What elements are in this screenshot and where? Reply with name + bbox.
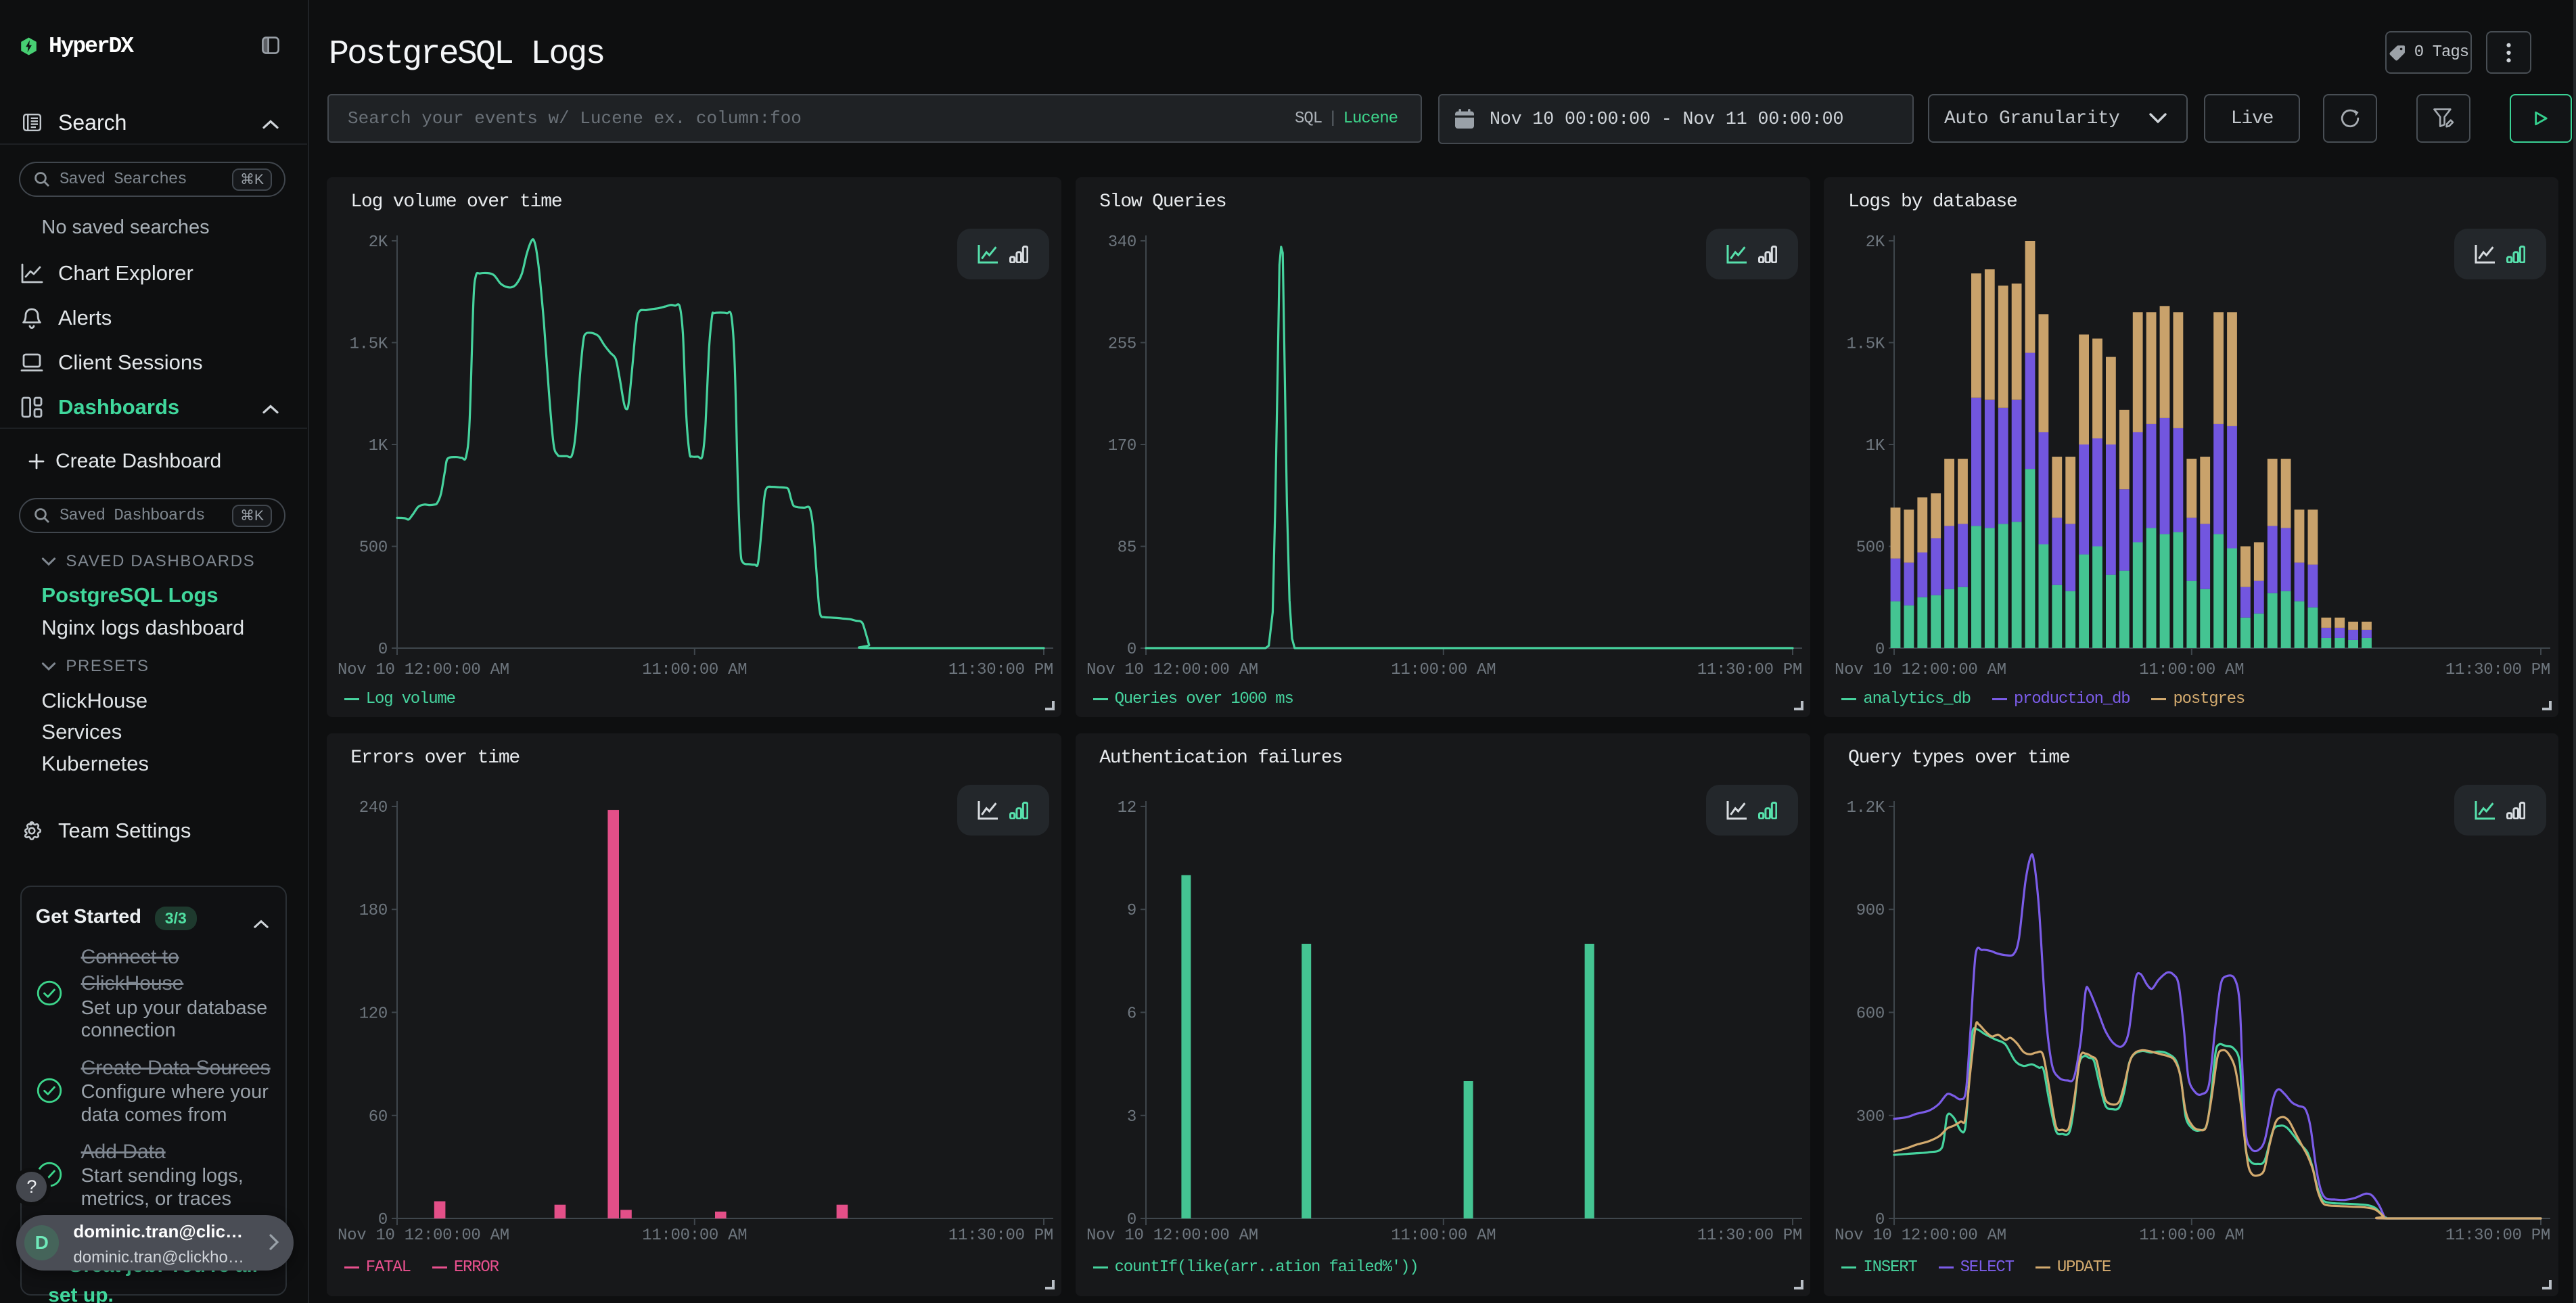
svg-text:Nov 10 12:00:00 AM: Nov 10 12:00:00 AM bbox=[1835, 1227, 2006, 1245]
svg-text:6: 6 bbox=[1126, 1005, 1136, 1023]
svg-text:3: 3 bbox=[1126, 1108, 1136, 1126]
svg-text:11:30:00 PM: 11:30:00 PM bbox=[1697, 1227, 1801, 1245]
svg-text:2K: 2K bbox=[369, 233, 388, 252]
svg-text:1.5K: 1.5K bbox=[1847, 335, 1885, 353]
svg-text:Nov 10 12:00:00 AM: Nov 10 12:00:00 AM bbox=[1086, 1227, 1258, 1245]
svg-text:1.5K: 1.5K bbox=[349, 335, 388, 353]
svg-text:1K: 1K bbox=[1866, 437, 1885, 455]
svg-text:85: 85 bbox=[1117, 539, 1136, 557]
svg-text:255: 255 bbox=[1107, 335, 1136, 353]
svg-text:0: 0 bbox=[1126, 641, 1136, 659]
svg-text:11:00:00 AM: 11:00:00 AM bbox=[2140, 661, 2245, 679]
svg-text:170: 170 bbox=[1107, 437, 1136, 455]
svg-text:180: 180 bbox=[359, 902, 387, 920]
svg-text:300: 300 bbox=[1856, 1108, 1885, 1126]
svg-text:11:00:00 AM: 11:00:00 AM bbox=[1391, 661, 1496, 679]
svg-text:2K: 2K bbox=[1866, 233, 1885, 252]
svg-text:9: 9 bbox=[1126, 902, 1136, 920]
svg-text:11:00:00 AM: 11:00:00 AM bbox=[1391, 1227, 1496, 1245]
svg-text:120: 120 bbox=[359, 1005, 387, 1023]
svg-text:11:00:00 AM: 11:00:00 AM bbox=[2140, 1227, 2245, 1245]
svg-text:500: 500 bbox=[359, 539, 387, 557]
svg-text:11:30:00 PM: 11:30:00 PM bbox=[948, 1227, 1053, 1245]
svg-text:Nov 10 12:00:00 AM: Nov 10 12:00:00 AM bbox=[338, 661, 509, 679]
svg-text:1.2K: 1.2K bbox=[1847, 799, 1885, 817]
svg-text:600: 600 bbox=[1856, 1005, 1885, 1023]
svg-text:340: 340 bbox=[1107, 233, 1136, 252]
svg-text:11:00:00 AM: 11:00:00 AM bbox=[642, 661, 747, 679]
svg-text:1K: 1K bbox=[369, 437, 388, 455]
svg-text:11:30:00 PM: 11:30:00 PM bbox=[2445, 661, 2550, 679]
svg-text:500: 500 bbox=[1856, 539, 1885, 557]
svg-text:12: 12 bbox=[1117, 799, 1136, 817]
svg-text:0: 0 bbox=[1875, 641, 1885, 659]
svg-text:11:30:00 PM: 11:30:00 PM bbox=[2445, 1227, 2550, 1245]
svg-text:240: 240 bbox=[359, 799, 387, 817]
svg-text:Nov 10 12:00:00 AM: Nov 10 12:00:00 AM bbox=[338, 1227, 509, 1245]
svg-text:11:00:00 AM: 11:00:00 AM bbox=[642, 1227, 747, 1245]
svg-text:Nov 10 12:00:00 AM: Nov 10 12:00:00 AM bbox=[1086, 661, 1258, 679]
svg-text:900: 900 bbox=[1856, 902, 1885, 920]
svg-text:0: 0 bbox=[378, 641, 388, 659]
svg-text:Nov 10 12:00:00 AM: Nov 10 12:00:00 AM bbox=[1835, 661, 2006, 679]
svg-text:11:30:00 PM: 11:30:00 PM bbox=[948, 661, 1053, 679]
svg-text:60: 60 bbox=[369, 1108, 388, 1126]
svg-text:11:30:00 PM: 11:30:00 PM bbox=[1697, 661, 1801, 679]
